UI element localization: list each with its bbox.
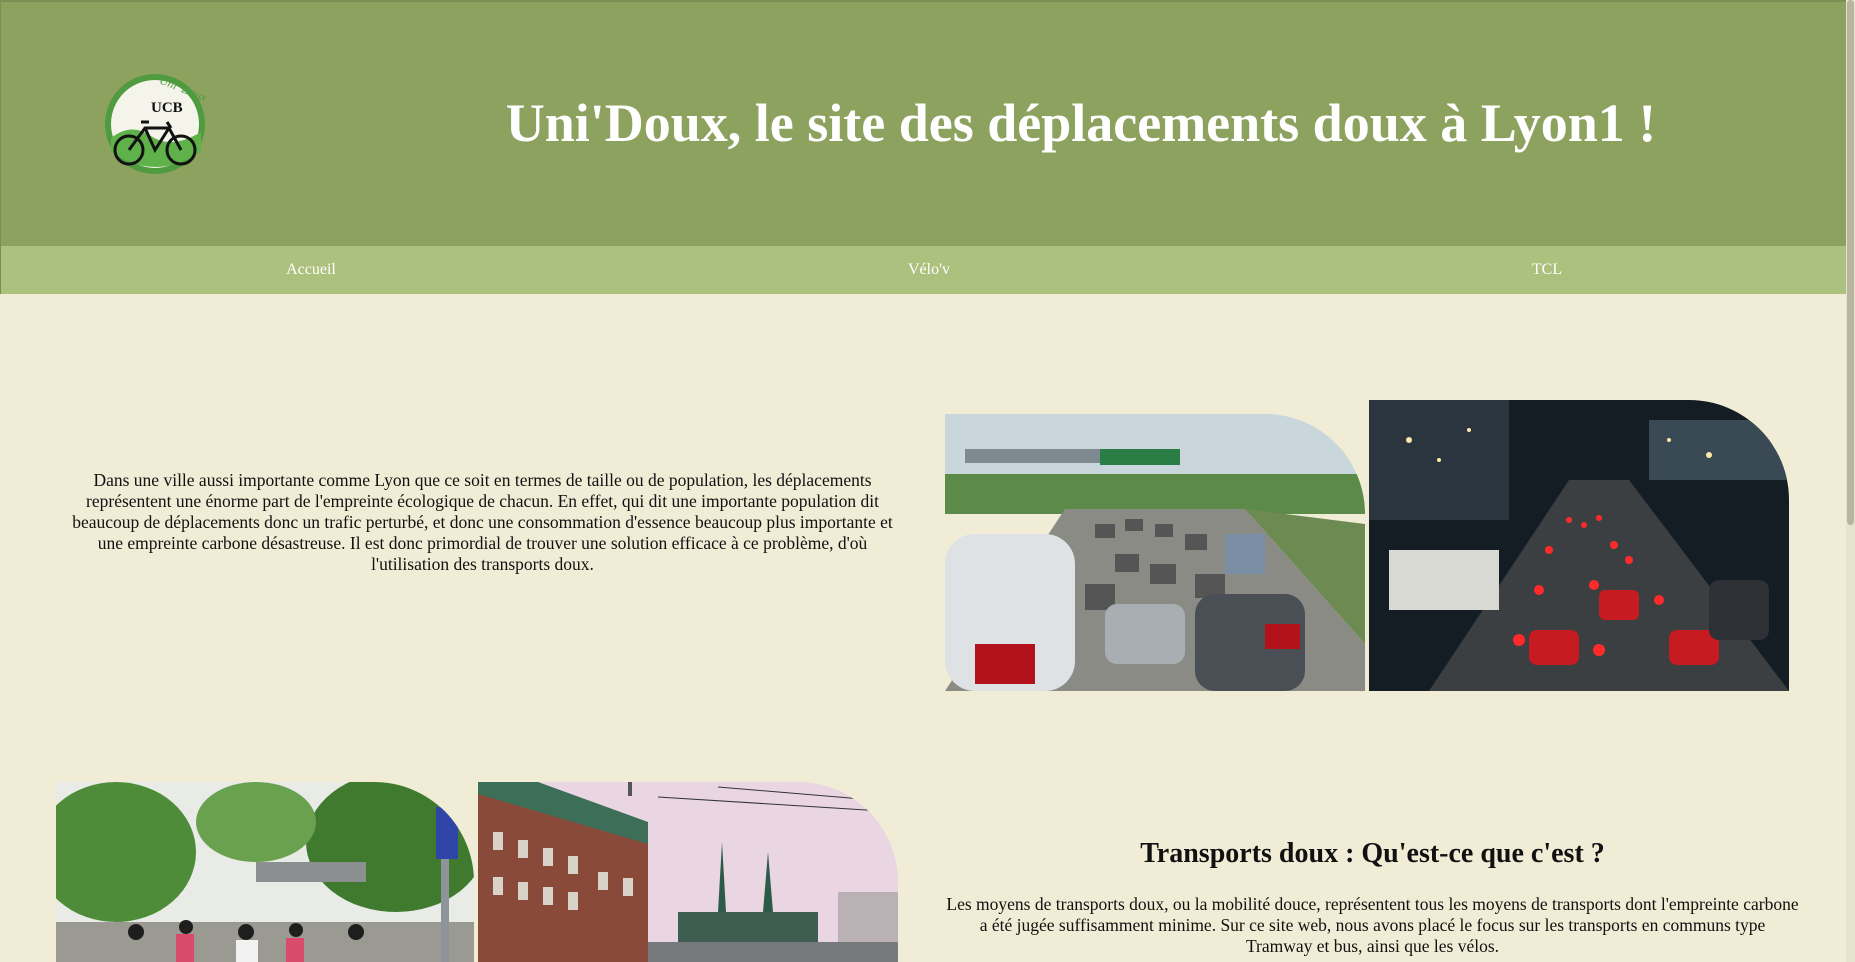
unidoux-logo[interactable]: UCB Uni' Doux [101, 72, 213, 176]
scrollbar-thumb[interactable] [1847, 0, 1854, 525]
traffic-night-photo [1369, 400, 1789, 691]
site-header: UCB Uni' Doux Uni'Doux, le site des dépl… [0, 0, 1846, 246]
page-title: Uni'Doux, le site des déplacements doux … [505, 93, 1657, 153]
city-canal-photo [478, 782, 898, 962]
intro-paragraph: Dans une ville aussi importante comme Ly… [72, 470, 893, 574]
logo-monogram: UCB [151, 100, 183, 116]
nav-item-accueil[interactable]: Accueil [211, 246, 411, 294]
cyclists-street-photo [56, 782, 474, 962]
traffic-highway-photo [945, 414, 1365, 691]
main-nav: Accueil Vélo'v TCL [0, 246, 1855, 294]
vertical-scrollbar[interactable] [1846, 0, 1855, 962]
page: UCB Uni' Doux Uni'Doux, le site des dépl… [0, 0, 1855, 962]
soft-transport-heading: Transports doux : Qu'est-ce que c'est ? [1140, 838, 1605, 869]
nav-item-velov[interactable]: Vélo'v [829, 246, 1029, 294]
nav-item-tcl[interactable]: TCL [1447, 246, 1647, 294]
soft-transport-paragraph: Les moyens de transports doux, ou la mob… [946, 894, 1799, 956]
